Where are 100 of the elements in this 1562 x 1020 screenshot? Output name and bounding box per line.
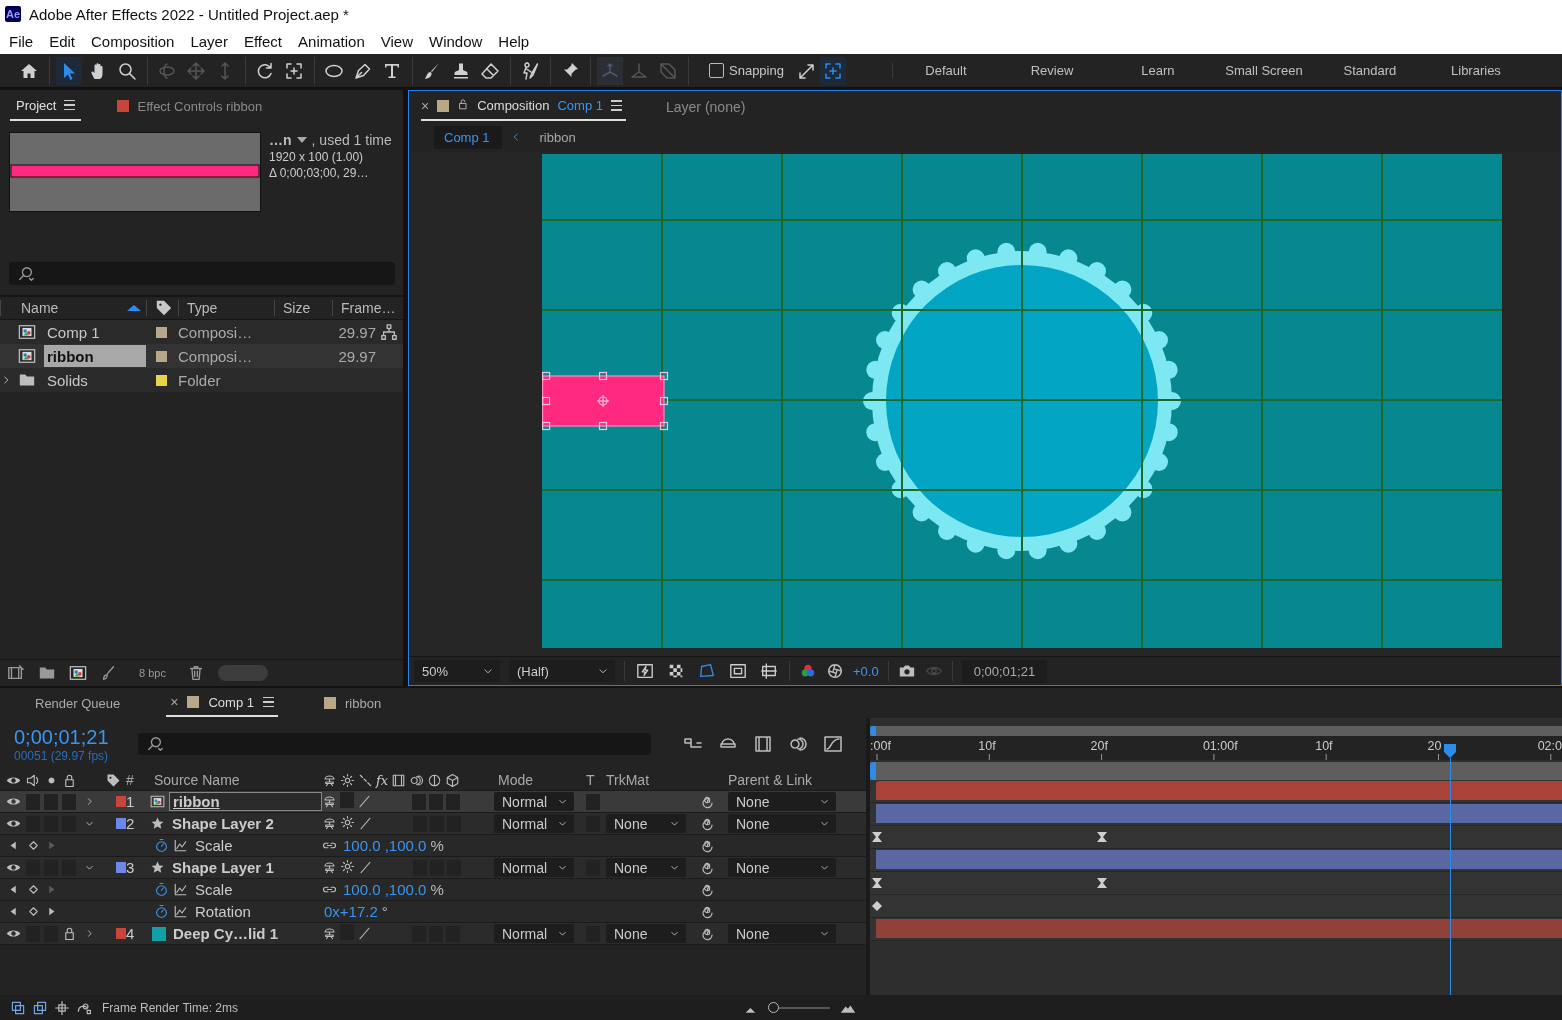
parent-dropdown[interactable]: None xyxy=(728,858,836,877)
column-header[interactable]: Source Name xyxy=(150,770,322,790)
breadcrumb[interactable]: ribbon xyxy=(529,125,588,149)
add-keyframe-icon[interactable] xyxy=(26,882,41,897)
exposure-icon[interactable] xyxy=(826,662,844,680)
project-item[interactable]: Solids Folder xyxy=(0,368,403,392)
switch-toggle[interactable] xyxy=(446,793,460,810)
project-item[interactable]: Comp 1 Composi… 29.97 xyxy=(0,320,403,344)
magnification-dropdown[interactable]: 50% xyxy=(414,660,500,682)
mode-dropdown[interactable]: Normal xyxy=(494,858,574,877)
collapse-icon[interactable] xyxy=(340,814,355,830)
project-item[interactable]: ribbon Composi… 29.97 xyxy=(0,344,403,368)
layer-name[interactable]: ribbon xyxy=(169,792,322,811)
collapse-toggle[interactable] xyxy=(340,792,354,808)
menu-item[interactable]: Effect xyxy=(243,32,283,50)
workspace-tab[interactable]: Default xyxy=(892,63,999,78)
view-toggle-button[interactable] xyxy=(758,660,780,682)
menu-item[interactable]: Help xyxy=(498,32,530,50)
column-header[interactable]: Name xyxy=(0,300,146,316)
panel-tab[interactable]: Project xyxy=(10,91,82,121)
stopwatch-icon[interactable] xyxy=(154,882,169,897)
in-out-icon[interactable] xyxy=(54,999,70,1016)
collapse-icon[interactable] xyxy=(340,858,355,874)
resolution-dropdown[interactable]: (Half) xyxy=(509,660,615,682)
lock-icon[interactable] xyxy=(62,772,77,788)
quality-icon[interactable] xyxy=(357,926,372,941)
parent-dropdown[interactable]: None xyxy=(728,792,836,811)
mode-dropdown[interactable]: Normal xyxy=(494,792,574,811)
column-header[interactable]: Parent & Link xyxy=(728,770,842,790)
panel-menu-icon[interactable] xyxy=(263,696,274,708)
easy-ease-keyframe[interactable] xyxy=(871,877,883,889)
pickwhip-icon[interactable] xyxy=(700,816,715,831)
quality-icon[interactable] xyxy=(358,816,373,831)
shy-icon[interactable] xyxy=(322,772,337,788)
pickwhip-icon[interactable] xyxy=(700,882,715,897)
search-field[interactable] xyxy=(9,262,395,285)
stopwatch-icon[interactable] xyxy=(154,904,169,919)
menu-item[interactable]: Animation xyxy=(298,32,365,50)
bit-depth-button[interactable]: 8 bpc xyxy=(131,667,174,679)
switch-toggle[interactable] xyxy=(429,793,443,810)
layer-row[interactable]: 2 Shape Layer 2 Normal None None xyxy=(0,813,866,835)
snapping-checkbox[interactable]: Snapping xyxy=(709,63,784,78)
panel-menu-icon[interactable] xyxy=(64,99,76,111)
layer-tab[interactable]: Layer (none) xyxy=(666,91,746,122)
menu-item[interactable]: Edit xyxy=(49,32,76,50)
layer-row[interactable]: 1 ribbon Normal None xyxy=(0,791,866,813)
frame-blending-icon[interactable] xyxy=(753,734,773,754)
column-header[interactable]: TrkMat xyxy=(606,770,700,790)
menu-item[interactable]: Composition xyxy=(91,32,175,50)
graph-icon[interactable] xyxy=(173,838,188,853)
timeline-tab[interactable]: Render Queue xyxy=(35,688,121,718)
audio-toggle[interactable] xyxy=(26,793,40,810)
property-value[interactable]: 100.0 ,100.0 xyxy=(343,837,427,854)
label-swatch[interactable] xyxy=(116,818,126,829)
parent-dropdown[interactable]: None xyxy=(728,924,836,943)
label-swatch[interactable] xyxy=(156,326,167,338)
lock-toggle[interactable] xyxy=(62,793,76,810)
menu-item[interactable]: Window xyxy=(429,32,483,50)
stopwatch-icon[interactable] xyxy=(154,838,169,853)
track-matte-dropdown[interactable]: None xyxy=(606,814,686,833)
workspace-tab[interactable]: Libraries xyxy=(1422,63,1529,78)
menu-item[interactable]: File xyxy=(9,32,34,50)
label-icon[interactable] xyxy=(106,772,121,788)
column-header[interactable]: Size xyxy=(274,300,332,316)
layer-name[interactable]: Shape Layer 2 xyxy=(169,815,277,832)
keyframe[interactable] xyxy=(871,900,883,912)
pickwhip-icon[interactable] xyxy=(700,926,715,941)
current-time-display[interactable]: 0;00;01;21 xyxy=(14,725,128,749)
graph-editor-icon[interactable] xyxy=(823,734,843,754)
track-matte-dropdown[interactable]: None xyxy=(606,924,686,943)
lock-icon[interactable] xyxy=(457,98,470,110)
breadcrumb[interactable]: Comp 1 xyxy=(434,125,502,149)
adjustment-icon[interactable] xyxy=(427,772,443,788)
playhead-handle[interactable] xyxy=(1443,744,1456,758)
close-icon[interactable]: × xyxy=(421,97,430,114)
3d-layer-icon[interactable] xyxy=(445,772,461,788)
layer-row[interactable]: 4 Deep Cy…lid 1 Normal None None xyxy=(0,923,866,945)
shy-icon[interactable] xyxy=(322,926,337,941)
parent-dropdown[interactable]: None xyxy=(728,814,836,833)
quality-icon[interactable] xyxy=(358,860,373,875)
motion-blur-icon[interactable] xyxy=(788,734,808,754)
switch-toggle[interactable] xyxy=(412,793,426,810)
motion-blur-icon[interactable] xyxy=(409,772,425,788)
solo-toggle[interactable] xyxy=(44,793,58,810)
layer-switches-icon[interactable] xyxy=(10,999,26,1016)
property-value[interactable]: 0x+17.2 xyxy=(324,903,378,920)
layer-row[interactable]: 3 Shape Layer 1 Normal None None xyxy=(0,857,866,879)
panel-menu-icon[interactable] xyxy=(611,100,622,111)
current-time-display[interactable]: 0;00;01;21 xyxy=(961,659,1048,683)
search-field[interactable] xyxy=(138,733,651,755)
panel-tab[interactable]: Effect Controls ribbon xyxy=(117,90,263,122)
column-header[interactable]: T xyxy=(586,770,606,790)
effects-icon[interactable]: fx xyxy=(376,772,389,788)
timeline-zoom-slider[interactable] xyxy=(768,1001,780,1013)
easy-ease-keyframe[interactable] xyxy=(1095,877,1108,889)
timeline-tab[interactable]: ribbon xyxy=(324,688,382,718)
pickwhip-icon[interactable] xyxy=(700,860,715,875)
pickwhip-icon[interactable] xyxy=(700,904,715,919)
graph-icon[interactable] xyxy=(173,882,188,897)
shy-icon[interactable] xyxy=(322,816,337,831)
